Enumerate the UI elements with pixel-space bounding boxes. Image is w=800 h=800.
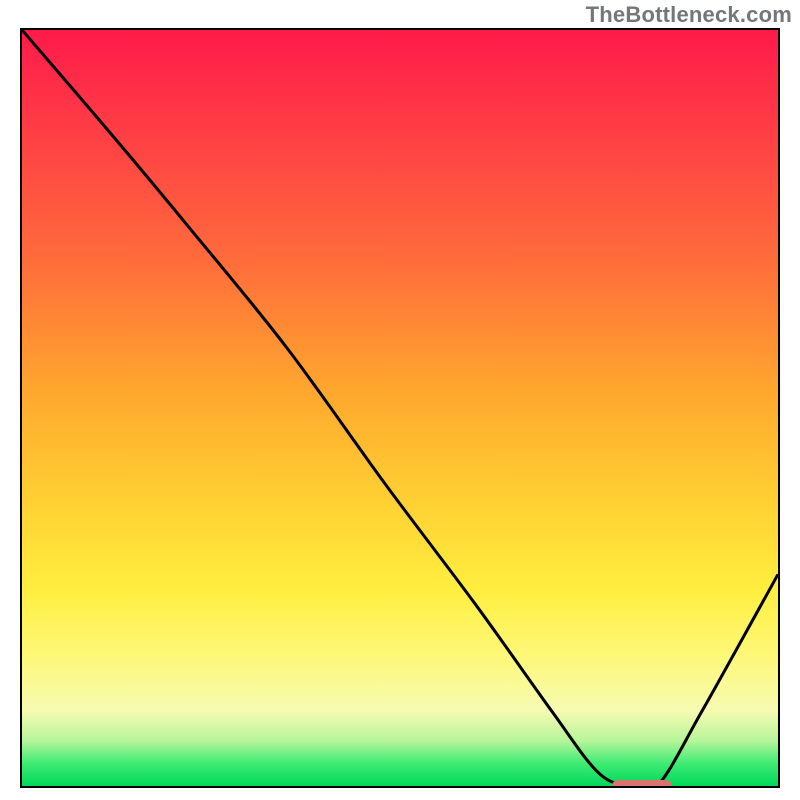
watermark-text: TheBottleneck.com <box>586 2 792 28</box>
bottleneck-curve <box>22 30 778 786</box>
optimal-range-marker <box>612 780 672 788</box>
curve-path <box>22 30 778 786</box>
chart-stage: TheBottleneck.com <box>0 0 800 800</box>
plot-area <box>20 28 780 788</box>
